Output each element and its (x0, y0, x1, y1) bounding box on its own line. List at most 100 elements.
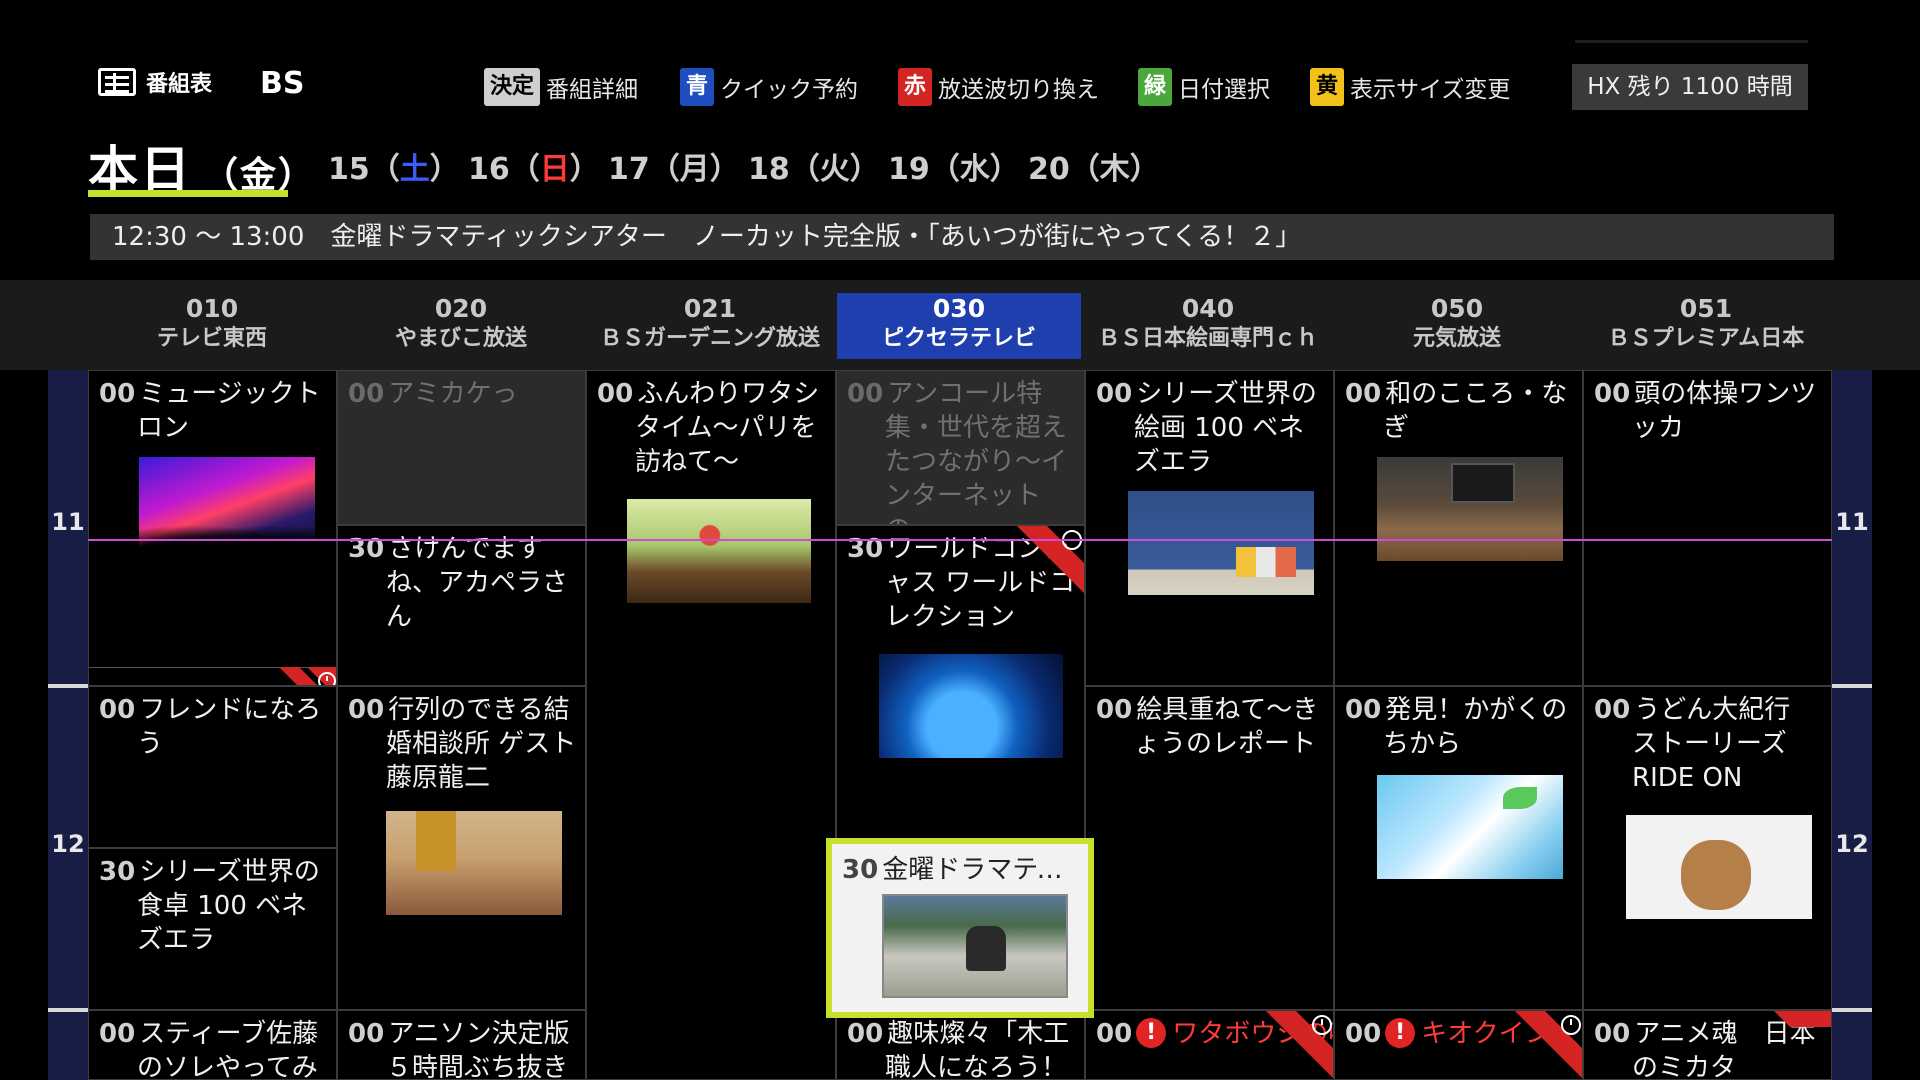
program-cell[interactable]: 30 さけんでますね、アカペラさん (337, 525, 586, 686)
program-title: フレンドになろう (137, 695, 322, 759)
program-thumbnail (627, 499, 811, 603)
channel-020[interactable]: 020 やまびこ放送 (337, 293, 585, 359)
date-tab-15[interactable]: 15（土） (328, 144, 460, 188)
program-title: シリーズ世界の絵画 100 ベネズエラ (1134, 379, 1317, 477)
channel-number: 021 (683, 294, 737, 323)
channel-051[interactable]: 051 ＢＳプレミアム日本 (1582, 293, 1830, 359)
program-minute: 00 (348, 695, 385, 725)
date-num: 19 (888, 152, 930, 187)
hx-remaining-badge: HX 残り 1100 時間 (1572, 64, 1808, 110)
channel-021[interactable]: 021 ＢＳガーデニング放送 (586, 293, 834, 359)
date-num: 20 (1028, 152, 1070, 187)
channel-number: 010 (185, 294, 239, 323)
program-cell[interactable]: 00 和のこころ・なぎ (1334, 370, 1583, 686)
reservation-timer-icon (1774, 1011, 1831, 1027)
reservation-timer-icon (279, 667, 336, 685)
program-title: ふんわりワタシタイム～パリを訪ねて～ (635, 379, 820, 477)
program-cell[interactable]: 30 ワールドコンシャス ワールドコレクション (836, 525, 1085, 840)
program-minute: 00 (847, 379, 884, 409)
channel-name: テレビ東西 (156, 326, 267, 351)
channel-040[interactable]: 040 ＢＳ日本絵画専門ｃｈ (1084, 293, 1332, 359)
broadcast-band: BS (260, 66, 305, 101)
hour-label-11: 11 (51, 508, 85, 536)
program-title: ミュージックトロン (137, 379, 321, 443)
program-cell-past[interactable]: 00アンコール特集・世代を超えたつながり～インターネットの… (836, 370, 1085, 525)
program-cell[interactable]: 00 ふんわりワタシタイム～パリを訪ねて～ (586, 370, 836, 1080)
channel-number: 040 (1181, 294, 1235, 323)
program-thumbnail (1128, 491, 1314, 595)
program-minute: 00 (1096, 695, 1133, 725)
date-num: 17 (608, 152, 650, 187)
date-tab-19[interactable]: 19（水） (888, 144, 1020, 188)
reservation-timer-icon (1266, 1011, 1333, 1078)
program-cell-past[interactable]: 00 アミカケっ (337, 370, 586, 525)
program-minute: 30 (842, 855, 879, 885)
program-cell-focused[interactable]: 30 金曜ドラマティ… (826, 838, 1094, 1018)
program-cell[interactable]: 30 シリーズ世界の食卓 100 ベネズエラ (88, 848, 337, 1010)
program-minute: 00 (1594, 1019, 1631, 1049)
program-title: アニメ魂 日本のミカタ (1632, 1019, 1816, 1080)
reservation-series-icon (1017, 526, 1084, 593)
alert-icon: ! (1385, 1018, 1416, 1048)
channel-number: 020 (434, 294, 488, 323)
program-thumbnail (1377, 775, 1563, 879)
program-cell[interactable]: 00 うどん大紀行 ストーリーズ RIDE ON (1583, 686, 1832, 1010)
hour-separator (48, 1008, 88, 1012)
program-cell[interactable]: 00 シリーズ世界の絵画 100 ベネズエラ (1085, 370, 1334, 686)
program-cell[interactable]: 00 スティーブ佐藤のソレやってみ (88, 1010, 337, 1080)
program-cell[interactable]: 00 趣味燦々「木工職人になろう！ (836, 1010, 1085, 1080)
program-thumbnail (882, 894, 1068, 998)
program-title: 金曜ドラマティ… (882, 855, 1080, 885)
program-title: アミカケっ (388, 379, 518, 409)
program-cell[interactable]: 00 ミュージックトロン (88, 370, 337, 686)
date-tab-18[interactable]: 18（火） (748, 144, 880, 188)
program-minute: 00 (1345, 695, 1382, 725)
program-title: さけんでますね、アカペラさん (386, 534, 569, 632)
program-minute: 00 (99, 1019, 136, 1049)
program-cell[interactable]: 00 行列のできる結婚相談所 ゲスト 藤原龍二 (337, 686, 586, 1010)
today-underline (88, 190, 288, 197)
hint-detail-label: 番組詳細 (546, 77, 639, 103)
yellow-key-icon: 黄 (1310, 68, 1345, 106)
date-num: 16 (468, 152, 510, 187)
program-title: シリーズ世界の食卓 100 ベネズエラ (137, 857, 320, 955)
channel-number: 030 (932, 294, 986, 323)
program-cell[interactable]: 00 アニソン決定版 ５時間ぶち抜き (337, 1010, 586, 1080)
program-thumbnail (879, 654, 1063, 758)
program-title: 趣味燦々「木工職人になろう！ (885, 1019, 1070, 1080)
date-dow: 月 (679, 152, 710, 187)
program-cell[interactable]: 00 頭の体操ワンツッカ (1583, 370, 1832, 686)
program-minute: 00 (847, 1019, 884, 1049)
program-cell[interactable]: 00 発見！かがくのちから (1334, 686, 1583, 1010)
program-cell[interactable]: 00!ワタボウシの唄がきこえる (1085, 1010, 1334, 1080)
hint-quick-reserve-label: クイック予約 (720, 77, 859, 103)
program-thumbnail (1377, 457, 1563, 561)
blue-key-icon: 青 (680, 68, 715, 106)
program-title: 絵具重ねて～きょうのレポート (1134, 695, 1319, 759)
channel-name: ＢＳガーデニング放送 (599, 326, 820, 351)
hour-separator (1832, 684, 1872, 688)
program-cell[interactable]: 00! キオクイン (1334, 1010, 1583, 1080)
program-title: アンコール特集・世代を超えたつながり～インターネットの… (885, 379, 1068, 524)
date-tab-20[interactable]: 20（木） (1028, 144, 1160, 188)
selected-program-title: 金曜ドラマティックシアター ノーカット完全版・「あいつが街にやってくる！２」 (330, 222, 1302, 252)
hint-switch-wave-label: 放送波切り換え (938, 77, 1100, 103)
program-thumbnail (1626, 815, 1812, 919)
channel-name: ＢＳプレミアム日本 (1607, 326, 1805, 351)
date-tab-16[interactable]: 16（日） (468, 144, 600, 188)
program-minute: 00 (1345, 1019, 1382, 1049)
channel-name: 元気放送 (1412, 326, 1501, 351)
program-title: 頭の体操ワンツッカ (1632, 379, 1817, 443)
channel-name: やまびこ放送 (394, 326, 527, 351)
program-cell[interactable]: 00 アニメ魂 日本のミカタ (1583, 1010, 1832, 1080)
hint-date-select: 緑 日付選択 (1138, 68, 1270, 106)
program-minute: 30 (99, 857, 136, 887)
program-cell[interactable]: 00 フレンドになろう (88, 686, 337, 848)
channel-number: 051 (1679, 294, 1733, 323)
program-cell[interactable]: 00 絵具重ねて～きょうのレポート (1085, 686, 1334, 1010)
channel-030-selected[interactable]: 030 ピクセラテレビ (837, 293, 1081, 359)
channel-050[interactable]: 050 元気放送 (1333, 293, 1581, 359)
program-minute: 00 (348, 1019, 385, 1049)
channel-010[interactable]: 010 テレビ東西 (88, 293, 336, 359)
date-tab-17[interactable]: 17（月） (608, 144, 740, 188)
